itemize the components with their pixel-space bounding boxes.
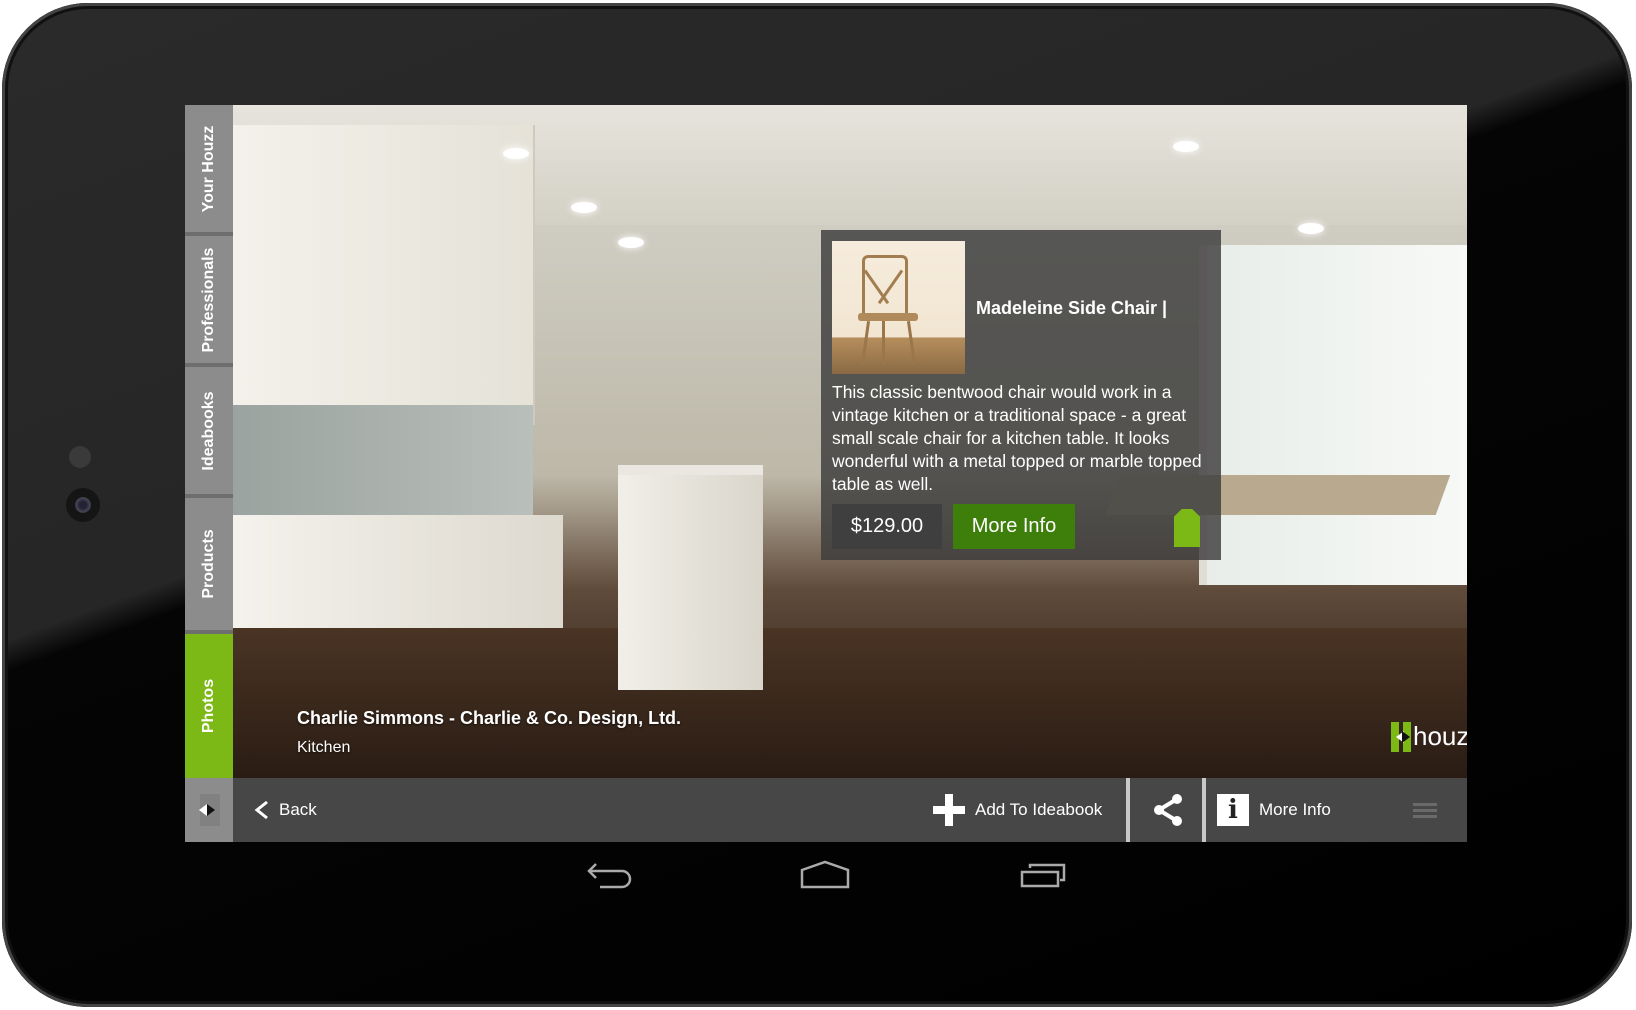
photo-caption: Charlie Simmons - Charlie & Co. Design, … (297, 708, 681, 757)
photo-author[interactable]: Charlie Simmons - Charlie & Co. Design, … (297, 708, 681, 729)
product-name[interactable]: Madeleine Side Chair | (976, 298, 1167, 319)
ceiling-light (503, 148, 529, 159)
houzz-logo-text: houzz (1413, 721, 1467, 751)
product-popup: Madeleine Side Chair | This classic bent… (821, 230, 1221, 560)
divider (1202, 778, 1206, 842)
tab-label: Products (200, 529, 217, 599)
light-sensor (69, 446, 91, 468)
photo-backsplash (233, 405, 533, 515)
tab-your-houzz[interactable]: Your Houzz (185, 105, 233, 236)
tab-photos[interactable]: Photos (185, 634, 233, 778)
tab-label: Your Houzz (200, 125, 217, 212)
ceiling-light (571, 202, 597, 213)
plus-icon (933, 794, 965, 826)
sidebar-collapse-button[interactable] (185, 778, 233, 842)
photo-upper-cabinets (233, 125, 535, 425)
back-icon[interactable] (586, 860, 634, 890)
more-info-bar-button[interactable]: i More Info (1217, 778, 1331, 842)
photo-room: Kitchen (297, 739, 351, 756)
bottom-action-bar: Back Add To Ideabook i More Info (233, 778, 1467, 842)
houzz-logo-icon (1391, 721, 1411, 752)
houzz-logo: houzz (1391, 721, 1467, 752)
photo-window (1199, 245, 1467, 585)
product-description: This classic bentwood chair would work i… (832, 382, 1202, 494)
back-label: Back (279, 800, 317, 819)
photo-island (618, 465, 763, 690)
add-to-ideabook-label: Add To Ideabook (975, 800, 1103, 819)
app-screen: Charlie Simmons - Charlie & Co. Design, … (185, 105, 1467, 842)
share-button[interactable] (1138, 778, 1198, 842)
divider (1126, 778, 1130, 842)
price-tag-icon[interactable] (1174, 509, 1200, 547)
tab-ideabooks[interactable]: Ideabooks (185, 367, 233, 498)
recent-apps-icon[interactable] (1020, 862, 1068, 888)
more-info-label: More Info (1259, 800, 1331, 819)
info-icon: i (1217, 794, 1249, 826)
more-info-button[interactable]: More Info (953, 504, 1075, 549)
tab-products[interactable]: Products (185, 498, 233, 634)
collapse-arrows-icon (199, 804, 207, 816)
tab-label: Ideabooks (200, 390, 217, 471)
add-to-ideabook-button[interactable]: Add To Ideabook (933, 778, 1102, 842)
back-button[interactable]: Back (253, 778, 317, 842)
tab-professionals[interactable]: Professionals (185, 236, 233, 367)
sidebar: Your Houzz Professionals Ideabooks Produ… (185, 105, 233, 842)
ceiling-light (1173, 141, 1199, 152)
ceiling-light (618, 237, 644, 248)
product-price: $129.00 (832, 504, 942, 549)
tab-label: Photos (200, 678, 217, 734)
kitchen-photo[interactable]: Charlie Simmons - Charlie & Co. Design, … (233, 105, 1467, 778)
chevron-left-icon (254, 800, 268, 820)
ceiling-light (1298, 223, 1324, 234)
share-icon (1154, 794, 1182, 826)
home-icon[interactable] (800, 860, 850, 890)
camera-lens (75, 497, 91, 513)
tab-label: Professionals (200, 247, 217, 352)
product-thumbnail[interactable] (832, 241, 965, 374)
menu-icon[interactable] (1413, 803, 1437, 819)
